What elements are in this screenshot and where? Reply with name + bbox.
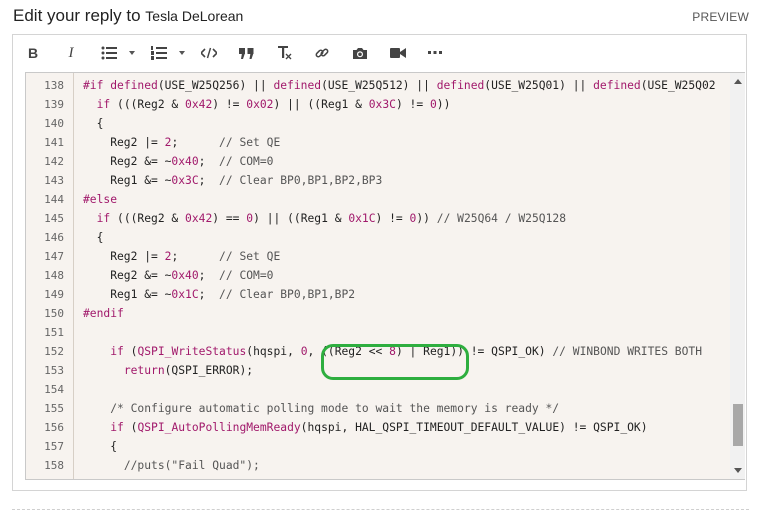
line-number: 148 bbox=[44, 269, 64, 282]
code-line: 141 Reg2 |= 2; // Set QE bbox=[26, 133, 728, 152]
code-text: { bbox=[83, 440, 118, 453]
bulleted-list-icon bbox=[101, 46, 117, 60]
editor: B I 138 #if defined(USE_W25Q256) || defi… bbox=[12, 34, 747, 491]
code-line: 147 Reg2 |= 2; // Set QE bbox=[26, 247, 728, 266]
bold-icon: B bbox=[27, 45, 39, 61]
line-number: 154 bbox=[44, 383, 64, 396]
code-text: { bbox=[83, 117, 104, 130]
code-line: 143 Reg1 &= ~0x3C; // Clear BP0,BP1,BP2,… bbox=[26, 171, 728, 190]
vertical-scrollbar[interactable] bbox=[730, 73, 745, 479]
line-number: 145 bbox=[44, 212, 64, 225]
line-number: 158 bbox=[44, 459, 64, 472]
code-text: Reg1 &= ~0x1C; // Clear BP0,BP1,BP2 bbox=[83, 288, 356, 301]
code-text: Reg2 &= ~0x40; // COM=0 bbox=[83, 155, 274, 168]
code-text: Reg1 &= ~0x3C; // Clear BP0,BP1,BP2,BP3 bbox=[83, 174, 383, 187]
code-text: if (QSPI_AutoPollingMemReady(hqspi, HAL_… bbox=[110, 421, 648, 434]
line-number: 143 bbox=[44, 174, 64, 187]
code-line: 148 Reg2 &= ~0x40; // COM=0 bbox=[26, 266, 728, 285]
code-line: 142 Reg2 &= ~0x40; // COM=0 bbox=[26, 152, 728, 171]
clear-format-icon bbox=[278, 46, 292, 60]
camera-icon bbox=[353, 47, 367, 59]
line-number: 142 bbox=[44, 155, 64, 168]
code-line: 144 #else bbox=[26, 190, 728, 209]
italic-button[interactable]: I bbox=[61, 41, 81, 65]
code-text: #endif bbox=[83, 307, 124, 320]
scroll-down-icon[interactable] bbox=[734, 468, 742, 473]
bulleted-list-button[interactable] bbox=[99, 41, 119, 65]
reply-title-text: Edit your reply to bbox=[13, 6, 146, 25]
code-line: 146 { bbox=[26, 228, 728, 247]
code-line: 145 if (((Reg2 & 0x42) == 0) || ((Reg1 &… bbox=[26, 209, 728, 228]
line-number: 140 bbox=[44, 117, 64, 130]
clear-format-button[interactable] bbox=[273, 41, 295, 65]
code-line: 139 if (((Reg2 & 0x42) != 0x02) || ((Reg… bbox=[26, 95, 728, 114]
line-number: 156 bbox=[44, 421, 64, 434]
code-text: { bbox=[83, 231, 104, 244]
line-number: 139 bbox=[44, 98, 64, 111]
code-line: 140 { bbox=[26, 114, 728, 133]
bold-button[interactable]: B bbox=[23, 41, 43, 65]
numbered-list-caret-icon[interactable] bbox=[179, 51, 185, 55]
line-number: 138 bbox=[44, 79, 64, 92]
code-text: if (((Reg2 & 0x42) != 0x02) || ((Reg1 & … bbox=[96, 98, 451, 111]
code-text: Reg2 |= 2; // Set QE bbox=[83, 136, 281, 149]
code-line: 158 //puts("Fail Quad"); bbox=[26, 456, 728, 475]
code-line: 157 { bbox=[26, 437, 728, 456]
divider bbox=[12, 509, 749, 510]
code-text: Reg2 |= 2; // Set QE bbox=[83, 250, 281, 263]
line-number: 141 bbox=[44, 136, 64, 149]
code-line: 150 #endif bbox=[26, 304, 728, 323]
scroll-up-icon[interactable] bbox=[734, 79, 742, 84]
code-line: 155 /* Configure automatic polling mode … bbox=[26, 399, 728, 418]
code-button[interactable] bbox=[198, 41, 220, 65]
quote-icon bbox=[238, 47, 253, 59]
numbered-list-icon bbox=[151, 46, 167, 60]
code-text: //puts("Fail Quad"); bbox=[123, 459, 260, 472]
code-text: #if defined(USE_W25Q256) || defined(USE_… bbox=[83, 79, 716, 92]
code-line: 153 return(QSPI_ERROR); bbox=[26, 361, 728, 380]
quote-button[interactable] bbox=[235, 41, 257, 65]
code-text: Reg2 &= ~0x40; // COM=0 bbox=[83, 269, 274, 282]
code-line: 149 Reg1 &= ~0x1C; // Clear BP0,BP1,BP2 bbox=[26, 285, 728, 304]
video-button[interactable] bbox=[387, 41, 409, 65]
line-number: 150 bbox=[44, 307, 64, 320]
code-text: /* Configure automatic polling mode to w… bbox=[110, 402, 560, 415]
reply-title: Edit your reply to Tesla DeLorean bbox=[13, 6, 243, 26]
code-line: 156 if (QSPI_AutoPollingMemReady(hqspi, … bbox=[26, 418, 728, 437]
code-line: 152 if (QSPI_WriteStatus(hqspi, 0, ((Reg… bbox=[26, 342, 728, 361]
code-text: if (QSPI_WriteStatus(hqspi, 0, ((Reg2 <<… bbox=[110, 345, 703, 358]
code-text: #else bbox=[83, 193, 118, 206]
line-number: 149 bbox=[44, 288, 64, 301]
link-button[interactable] bbox=[311, 41, 333, 65]
line-number: 146 bbox=[44, 231, 64, 244]
code-icon bbox=[201, 47, 217, 59]
line-number: 155 bbox=[44, 402, 64, 415]
line-number: 151 bbox=[44, 326, 64, 339]
code-text: if (((Reg2 & 0x42) == 0) || ((Reg1 & 0x1… bbox=[96, 212, 566, 225]
more-button[interactable] bbox=[424, 41, 446, 65]
reply-topic[interactable]: Tesla DeLorean bbox=[145, 8, 243, 24]
preview-toggle[interactable]: PREVIEW bbox=[692, 10, 749, 24]
scrollbar-thumb[interactable] bbox=[733, 404, 743, 446]
bulleted-list-caret-icon[interactable] bbox=[129, 51, 135, 55]
code-text: return(QSPI_ERROR); bbox=[123, 364, 254, 377]
reply-header: Edit your reply to Tesla DeLorean PREVIE… bbox=[13, 0, 749, 34]
code-line: 151 bbox=[26, 323, 728, 342]
code-textarea[interactable]: 137 // Unflag parts where invalid MICRON… bbox=[25, 72, 745, 480]
line-number: 144 bbox=[44, 193, 64, 206]
line-number: 153 bbox=[44, 364, 64, 377]
code-lines: 137 // Unflag parts where invalid MICRON… bbox=[26, 73, 728, 475]
code-line: 138 #if defined(USE_W25Q256) || defined(U… bbox=[26, 76, 728, 95]
line-number: 147 bbox=[44, 250, 64, 263]
image-button[interactable] bbox=[349, 41, 371, 65]
line-number: 152 bbox=[44, 345, 64, 358]
numbered-list-button[interactable] bbox=[149, 41, 169, 65]
italic-icon: I bbox=[68, 44, 74, 61]
line-number: 157 bbox=[44, 440, 64, 453]
link-icon bbox=[315, 48, 329, 58]
code-line: 154 bbox=[26, 380, 728, 399]
video-icon bbox=[390, 48, 406, 58]
more-icon bbox=[428, 51, 442, 54]
editor-toolbar: B I bbox=[13, 35, 746, 72]
